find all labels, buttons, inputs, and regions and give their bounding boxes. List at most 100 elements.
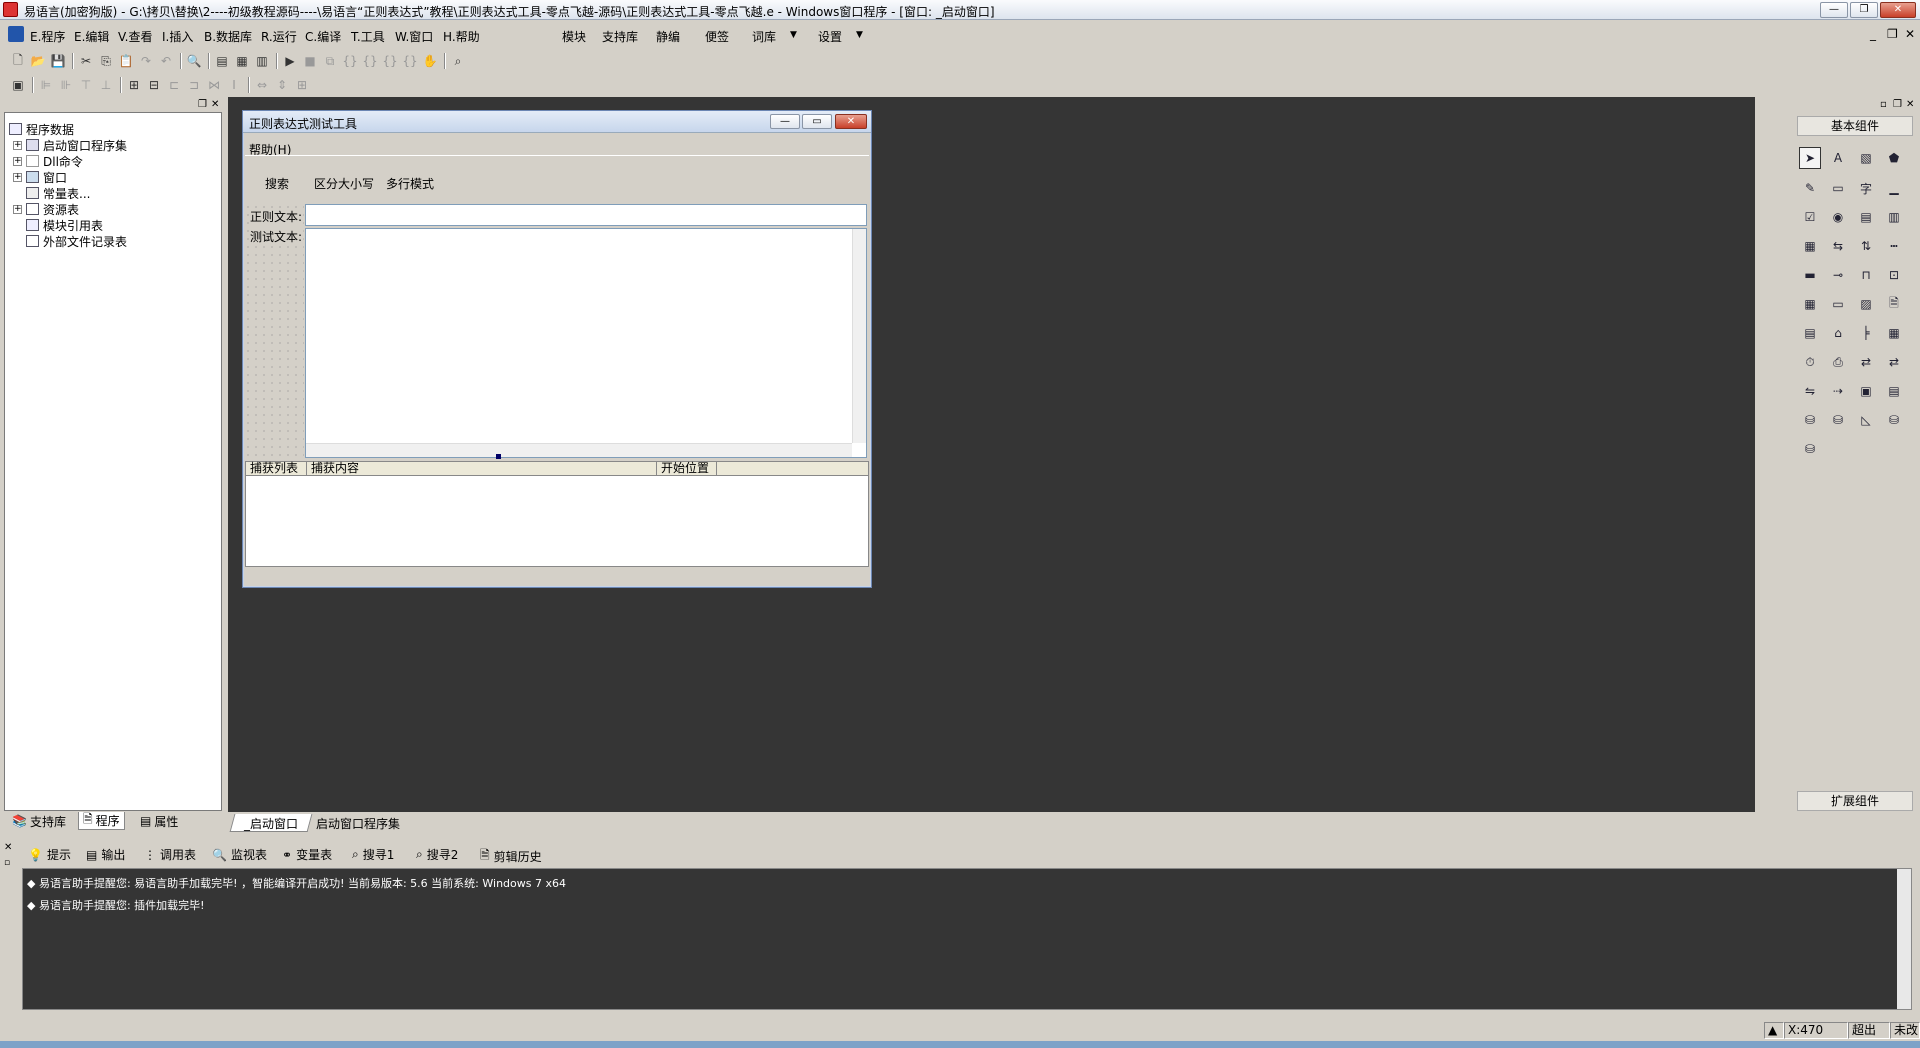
date-picker-icon[interactable]: ▭ xyxy=(1827,293,1849,315)
tab-output[interactable]: ▤ 输出 xyxy=(86,846,125,863)
split-icon[interactable]: ╞ xyxy=(1855,322,1877,344)
expand-icon[interactable]: + xyxy=(13,140,22,150)
hand-icon[interactable]: ✋ xyxy=(422,53,438,69)
h-spacing-icon[interactable]: ⇔ xyxy=(254,77,270,93)
center-v-icon[interactable]: ⊟ xyxy=(146,77,162,93)
tab-startup-program-set[interactable]: 启动窗口程序集 xyxy=(316,815,400,832)
save-icon[interactable]: 💾 xyxy=(50,53,66,69)
panel-icon[interactable]: ▣ xyxy=(1855,380,1877,402)
v-spacing-icon[interactable]: ⇕ xyxy=(274,77,290,93)
printer-icon[interactable]: ⎙ xyxy=(1827,351,1849,373)
timer-icon[interactable]: ⏱ xyxy=(1799,351,1821,373)
tab-search1[interactable]: ⌕ 搜寻1 xyxy=(352,846,394,863)
progress-icon[interactable]: ▬ xyxy=(1799,264,1821,286)
step-icon[interactable]: ⧉ xyxy=(322,53,338,69)
list-header-capture[interactable]: 捕获列表 xyxy=(246,462,307,476)
menu-compile[interactable]: C.编译 xyxy=(305,28,341,45)
mdi-close-icon[interactable]: ✕ xyxy=(1905,27,1915,41)
tool-window-icon[interactable]: ⊡ xyxy=(1883,264,1905,286)
tab-order-icon[interactable]: ⊞ xyxy=(294,77,310,93)
db-provider-icon[interactable]: ⛁ xyxy=(1799,409,1821,431)
data-grid-icon[interactable]: ▤ xyxy=(1883,380,1905,402)
checklist-icon[interactable]: ▦ xyxy=(1799,235,1821,257)
menu-notes[interactable]: 便签 xyxy=(705,28,729,45)
expand-icon[interactable]: + xyxy=(13,204,22,214)
lexicon-dropdown-icon[interactable]: ▼ xyxy=(790,30,797,40)
tab-clip-history[interactable]: 🗎 剪辑历史 xyxy=(480,846,542,867)
same-height-icon[interactable]: ⊐ xyxy=(186,77,202,93)
same-width-icon[interactable]: ⊏ xyxy=(166,77,182,93)
tab-search2[interactable]: ⌕ 搜寻2 xyxy=(416,846,458,863)
hscroll-icon[interactable]: ⇆ xyxy=(1827,235,1849,257)
tab-watch[interactable]: 🔍 监视表 xyxy=(212,846,267,863)
document-icon[interactable]: 🗎 xyxy=(1883,293,1905,315)
calendar-icon[interactable]: ▦ xyxy=(1799,293,1821,315)
tab-variables[interactable]: ⚭ 变量表 xyxy=(282,846,332,863)
list-header-content[interactable]: 捕获内容 xyxy=(307,462,657,476)
mdi-restore-icon[interactable]: ❐ xyxy=(1887,27,1898,41)
tree-item-external-files[interactable]: 外部文件记录表 xyxy=(26,233,127,249)
tree-item-dll[interactable]: + Dll命令 xyxy=(13,153,83,169)
output-close-icon[interactable]: ✕ xyxy=(4,842,12,853)
tree-item-constants[interactable]: 常量表... xyxy=(26,185,90,201)
output-panel[interactable]: ◆ 易语言助手提醒您: 易语言助手加载完毕! ，智能编译开启成功! 当前易版本:… xyxy=(22,868,1912,1010)
tree-item-module-refs[interactable]: 模块引用表 xyxy=(26,217,103,233)
test-textarea[interactable] xyxy=(305,228,867,458)
vscroll-icon[interactable]: ⇅ xyxy=(1855,235,1877,257)
run-to-cursor-icon[interactable]: {} xyxy=(402,53,418,69)
layout-2-icon[interactable]: ▦ xyxy=(234,53,250,69)
menu-support-lib[interactable]: 支持库 xyxy=(602,28,638,45)
picture-icon[interactable]: ▧ xyxy=(1855,147,1877,169)
center-h-icon[interactable]: ⊞ xyxy=(126,77,142,93)
line-icon[interactable]: ▁ xyxy=(1883,177,1905,199)
extended-components-header[interactable]: 扩展组件 xyxy=(1797,791,1913,811)
regex-input[interactable] xyxy=(305,204,867,226)
network-icon[interactable]: ⌂ xyxy=(1827,322,1849,344)
panel-close-icon[interactable]: ✕ xyxy=(1906,99,1914,110)
ruler-icon[interactable]: ┅ xyxy=(1883,235,1905,257)
menu-view[interactable]: V.查看 xyxy=(118,28,152,45)
align-right-icon[interactable]: ⊪ xyxy=(58,77,74,93)
cut-icon[interactable]: ✂ xyxy=(78,53,94,69)
tab-startup-window[interactable]: _启动窗口 xyxy=(244,815,298,832)
designer-maximize-button[interactable]: ▭ xyxy=(802,114,832,129)
new-file-icon[interactable]: 🗋 xyxy=(10,53,26,69)
panel-close-icon[interactable]: ✕ xyxy=(211,99,219,110)
list-box-icon[interactable]: ▥ xyxy=(1883,206,1905,228)
undo-icon[interactable]: ↶ xyxy=(158,53,174,69)
output-scrollbar[interactable] xyxy=(1897,869,1911,1009)
server-icon[interactable]: ⇄ xyxy=(1883,351,1905,373)
tree-item-window[interactable]: + 窗口 xyxy=(13,169,67,185)
find-icon[interactable]: 🔍 xyxy=(186,53,202,69)
radio-icon[interactable]: ◉ xyxy=(1827,206,1849,228)
layout-1-icon[interactable]: ▤ xyxy=(214,53,230,69)
multiline-checkbox[interactable]: 多行模式 xyxy=(386,175,434,192)
tab-support-lib[interactable]: 📚 支持库 xyxy=(8,812,70,830)
settings-dropdown-icon[interactable]: ▼ xyxy=(856,30,863,40)
paste-icon[interactable]: 📋 xyxy=(118,53,134,69)
align-top-icon[interactable]: ⊤ xyxy=(78,77,94,93)
menu-static-compile[interactable]: 静编 xyxy=(656,28,680,45)
menu-modules[interactable]: 模块 xyxy=(562,28,586,45)
menu-program[interactable]: E.程序 xyxy=(30,28,65,45)
menu-database[interactable]: B.数据库 xyxy=(204,28,252,45)
step-into-icon[interactable]: {} xyxy=(342,53,358,69)
db-source-icon[interactable]: ⛁ xyxy=(1827,409,1849,431)
client-icon[interactable]: ⇄ xyxy=(1855,351,1877,373)
pin-icon[interactable]: ▫ xyxy=(4,858,10,868)
tree-item-program-set[interactable]: + 启动窗口程序集 xyxy=(13,137,127,153)
menu-tools[interactable]: T.工具 xyxy=(351,28,385,45)
panel-restore-icon[interactable]: ❐ xyxy=(198,99,207,110)
designer-minimize-button[interactable]: — xyxy=(770,114,800,129)
search-button[interactable]: 搜索 xyxy=(265,175,289,192)
resize-handle[interactable] xyxy=(496,454,501,459)
redo-icon[interactable]: ↷ xyxy=(138,53,154,69)
open-folder-icon[interactable]: 📂 xyxy=(30,53,46,69)
tab-program[interactable]: 🗎 程序 xyxy=(78,812,125,830)
layout-3-icon[interactable]: ▥ xyxy=(254,53,270,69)
pointer-icon[interactable]: ➤ xyxy=(1799,147,1821,169)
odbc-source-icon[interactable]: ⛁ xyxy=(1799,438,1821,460)
label-icon[interactable]: A xyxy=(1827,147,1849,169)
run-icon[interactable]: ▶ xyxy=(282,53,298,69)
menu-run[interactable]: R.运行 xyxy=(261,28,297,45)
